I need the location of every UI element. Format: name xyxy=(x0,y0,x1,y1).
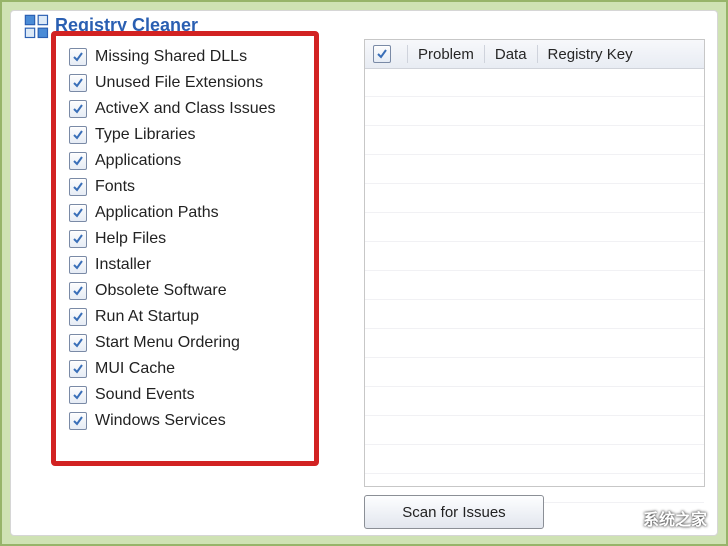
select-all-checkbox[interactable] xyxy=(373,45,391,63)
category-label: Fonts xyxy=(95,178,135,196)
category-label: Windows Services xyxy=(95,412,226,430)
results-row-empty xyxy=(365,416,704,445)
registry-cleaner-window: Registry Cleaner Missing Shared DLLs Unus… xyxy=(10,10,718,536)
category-item[interactable]: Unused File Extensions xyxy=(69,70,309,96)
column-registry-key[interactable]: Registry Key xyxy=(538,46,704,63)
category-label: Sound Events xyxy=(95,386,195,404)
category-checkbox[interactable] xyxy=(69,230,87,248)
category-label: Application Paths xyxy=(95,204,219,222)
category-item[interactable]: Help Files xyxy=(69,226,309,252)
category-label: Missing Shared DLLs xyxy=(95,48,247,66)
results-row-empty xyxy=(365,184,704,213)
results-row-empty xyxy=(365,213,704,242)
category-label: ActiveX and Class Issues xyxy=(95,100,276,118)
category-checkbox[interactable] xyxy=(69,126,87,144)
scan-for-issues-button[interactable]: Scan for Issues xyxy=(364,495,544,529)
category-item[interactable]: Fonts xyxy=(69,174,309,200)
category-checkbox[interactable] xyxy=(69,308,87,326)
watermark: 系统之家 xyxy=(607,505,707,531)
category-checkbox[interactable] xyxy=(69,48,87,66)
page-title: Registry Cleaner xyxy=(55,15,198,36)
category-label: Obsolete Software xyxy=(95,282,227,300)
category-item[interactable]: Windows Services xyxy=(69,408,309,434)
category-item[interactable]: MUI Cache xyxy=(69,356,309,382)
category-list: Missing Shared DLLs Unused File Extension… xyxy=(69,44,309,434)
results-panel: Problem Data Registry Key xyxy=(364,39,705,487)
category-label: Unused File Extensions xyxy=(95,74,263,92)
category-label: MUI Cache xyxy=(95,360,175,378)
category-checkbox[interactable] xyxy=(69,74,87,92)
category-label: Help Files xyxy=(95,230,166,248)
scan-button-label: Scan for Issues xyxy=(402,504,505,521)
column-problem[interactable]: Problem xyxy=(408,46,484,63)
results-row-empty xyxy=(365,329,704,358)
results-body xyxy=(365,68,704,486)
category-checkbox[interactable] xyxy=(69,282,87,300)
results-row-empty xyxy=(365,445,704,474)
results-row-empty xyxy=(365,387,704,416)
results-row-empty xyxy=(365,68,704,97)
category-item[interactable]: Applications xyxy=(69,148,309,174)
results-header: Problem Data Registry Key xyxy=(365,40,704,69)
category-checkbox[interactable] xyxy=(69,256,87,274)
results-row-empty xyxy=(365,126,704,155)
results-row-empty xyxy=(365,242,704,271)
category-item[interactable]: Sound Events xyxy=(69,382,309,408)
category-checkbox[interactable] xyxy=(69,178,87,196)
category-checkbox[interactable] xyxy=(69,412,87,430)
category-checkbox[interactable] xyxy=(69,100,87,118)
results-row-empty xyxy=(365,271,704,300)
category-item[interactable]: Installer xyxy=(69,252,309,278)
category-label: Start Menu Ordering xyxy=(95,334,240,352)
category-checkbox[interactable] xyxy=(69,360,87,378)
category-label: Run At Startup xyxy=(95,308,199,326)
category-label: Installer xyxy=(95,256,151,274)
column-data[interactable]: Data xyxy=(485,46,537,63)
results-row-empty xyxy=(365,155,704,184)
category-item[interactable]: Missing Shared DLLs xyxy=(69,44,309,70)
category-label: Type Libraries xyxy=(95,126,196,144)
category-label: Applications xyxy=(95,152,181,170)
category-checkbox[interactable] xyxy=(69,204,87,222)
category-checkbox[interactable] xyxy=(69,334,87,352)
category-item[interactable]: Application Paths xyxy=(69,200,309,226)
category-item[interactable]: Type Libraries xyxy=(69,122,309,148)
results-row-empty xyxy=(365,358,704,387)
category-checkbox[interactable] xyxy=(69,152,87,170)
results-row-empty xyxy=(365,97,704,126)
results-row-empty xyxy=(365,300,704,329)
category-item[interactable]: Obsolete Software xyxy=(69,278,309,304)
registry-cleaner-icon xyxy=(23,13,51,44)
category-item[interactable]: Start Menu Ordering xyxy=(69,330,309,356)
category-checkbox[interactable] xyxy=(69,386,87,404)
category-item[interactable]: ActiveX and Class Issues xyxy=(69,96,309,122)
category-item[interactable]: Run At Startup xyxy=(69,304,309,330)
